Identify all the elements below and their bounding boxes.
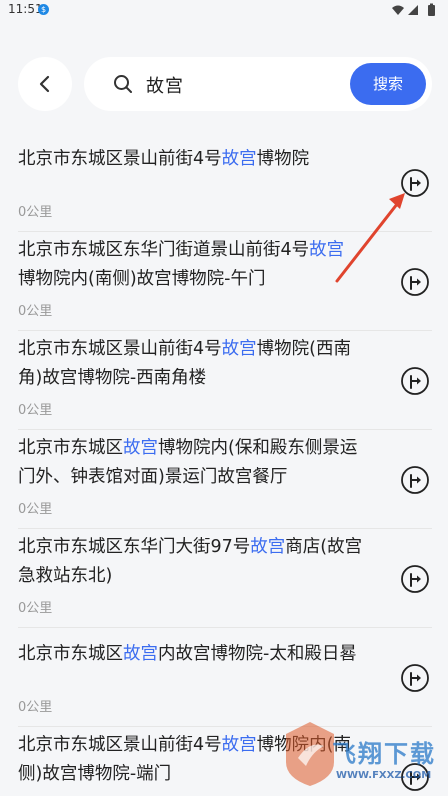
- result-item[interactable]: 北京市东城区景山前街4号故宫博物院(西南角)故宫博物院-西南角楼 0公里: [0, 331, 448, 430]
- result-title-segment: 北京市东城区: [18, 438, 123, 458]
- search-input[interactable]: 故宫: [146, 72, 184, 98]
- result-title: 北京市东城区东华门大街97号故宫商店(故宫急救站东北): [18, 529, 388, 591]
- result-title: 北京市东城区东华门街道景山前街4号故宫博物院内(南侧)故宫博物院-午门: [18, 232, 388, 294]
- result-title-segment: 博物院: [256, 149, 310, 169]
- result-title-line: 门外、钟表馆对面)景运门故宫餐厅: [18, 463, 388, 492]
- directions-icon: [401, 564, 429, 593]
- screen: 11:51 $ 故宫 搜索 北京市东城区景山前街4号故宫博物院 0公里 北京市东城区…: [0, 0, 448, 796]
- result-title-segment: 商店(故宫: [285, 537, 363, 557]
- search-button[interactable]: 搜索: [350, 63, 426, 105]
- navigate-button[interactable]: [400, 366, 430, 396]
- result-title-line: 北京市东城区故宫内故宫博物院-太和殿日晷: [18, 640, 388, 669]
- result-distance: 0公里: [18, 700, 53, 715]
- search-box[interactable]: 故宫 搜索: [84, 57, 432, 111]
- result-title-segment: 博物院(西南: [256, 339, 351, 359]
- search-icon: [114, 75, 132, 93]
- navigate-button[interactable]: [400, 267, 430, 297]
- result-title-segment: 北京市东城区景山前街4号: [18, 735, 222, 755]
- results-list: 北京市东城区景山前街4号故宫博物院 0公里 北京市东城区东华门街道景山前街4号故宫博…: [0, 133, 448, 796]
- result-title-line: 角)故宫博物院-西南角楼: [18, 364, 388, 393]
- navigate-button[interactable]: [400, 465, 430, 495]
- result-title-line: 急救站东北): [18, 562, 388, 591]
- result-title-line: 北京市东城区景山前街4号故宫博物院(西南: [18, 335, 388, 364]
- result-title-highlight: 故宫: [250, 537, 286, 557]
- directions-icon: [401, 267, 429, 296]
- result-title-segment: 博物院内(南侧)故宫博物院-午门: [18, 269, 266, 289]
- directions-icon: [401, 465, 429, 494]
- notification-icon: $: [38, 4, 49, 15]
- result-title-line: 北京市东城区东华门大街97号故宫商店(故宫: [18, 533, 388, 562]
- result-title-highlight: 故宫: [123, 438, 158, 458]
- back-button[interactable]: [18, 57, 72, 111]
- result-title-highlight: 故宫: [221, 735, 257, 755]
- result-title-segment: 侧)故宫博物院-端门: [18, 764, 172, 784]
- result-title-highlight: 故宫: [123, 644, 158, 664]
- directions-icon: [401, 168, 429, 197]
- result-title-highlight: 故宫: [221, 339, 257, 359]
- directions-icon: [401, 366, 429, 395]
- navigate-button[interactable]: [400, 663, 430, 693]
- result-item[interactable]: 北京市东城区景山前街4号故宫博物院 0公里: [0, 133, 448, 232]
- result-title-segment: 博物院内(保和殿东侧景运: [158, 438, 358, 458]
- result-title-segment: 北京市东城区东华门街道景山前街4号: [18, 240, 310, 260]
- result-title: 北京市东城区景山前街4号故宫博物院(西南角)故宫博物院-西南角楼: [18, 331, 388, 393]
- result-title-segment: 角)故宫博物院-西南角楼: [18, 368, 207, 388]
- watermark-text: 飞翔下载: [332, 740, 436, 768]
- navigate-button[interactable]: [400, 564, 430, 594]
- result-distance: 0公里: [18, 502, 53, 517]
- result-item[interactable]: 北京市东城区东华门街道景山前街4号故宫博物院内(南侧)故宫博物院-午门 0公里: [0, 232, 448, 331]
- result-title-highlight: 故宫: [309, 240, 345, 260]
- result-title-highlight: 故宫: [221, 149, 257, 169]
- result-title-line: 北京市东城区景山前街4号故宫博物院: [18, 145, 388, 174]
- wifi-signal-battery-icons: [392, 3, 435, 16]
- result-title-line: 北京市东城区故宫博物院内(保和殿东侧景运: [18, 434, 388, 463]
- result-title-segment: 北京市东城区: [18, 644, 123, 664]
- result-title-segment: 北京市东城区景山前街4号: [18, 149, 222, 169]
- result-distance: 0公里: [18, 403, 53, 418]
- chevron-left-icon: [39, 75, 50, 93]
- result-item[interactable]: 北京市东城区故宫博物院内(保和殿东侧景运门外、钟表馆对面)景运门故宫餐厅 0公里: [0, 430, 448, 529]
- status-bar: 11:51 $: [0, 0, 448, 20]
- result-title: 北京市东城区景山前街4号故宫博物院: [18, 133, 388, 174]
- result-title-segment: 内故宫博物院-太和殿日晷: [158, 644, 357, 664]
- result-title-line: 北京市东城区东华门街道景山前街4号故宫: [18, 236, 388, 265]
- result-distance: 0公里: [18, 205, 53, 220]
- result-title-segment: 北京市东城区东华门大街97号: [18, 537, 251, 557]
- result-title-segment: 急救站东北): [18, 566, 113, 586]
- watermark-badge: [286, 722, 334, 786]
- navigate-button[interactable]: [400, 168, 430, 198]
- result-distance: 0公里: [18, 601, 53, 616]
- result-title-segment: 北京市东城区景山前街4号: [18, 339, 222, 359]
- directions-icon: [401, 663, 429, 692]
- watermark-logo: 飞翔下载 WWW.FXXZ.COM: [280, 706, 448, 796]
- result-title: 北京市东城区故宫内故宫博物院-太和殿日晷: [18, 628, 388, 669]
- result-distance: 0公里: [18, 304, 53, 319]
- watermark-url: WWW.FXXZ.COM: [336, 770, 432, 781]
- result-item[interactable]: 北京市东城区东华门大街97号故宫商店(故宫急救站东北) 0公里: [0, 529, 448, 628]
- result-title-segment: 门外、钟表馆对面)景运门故宫餐厅: [18, 467, 288, 487]
- result-title-line: 博物院内(南侧)故宫博物院-午门: [18, 265, 388, 294]
- result-title: 北京市东城区故宫博物院内(保和殿东侧景运门外、钟表馆对面)景运门故宫餐厅: [18, 430, 388, 492]
